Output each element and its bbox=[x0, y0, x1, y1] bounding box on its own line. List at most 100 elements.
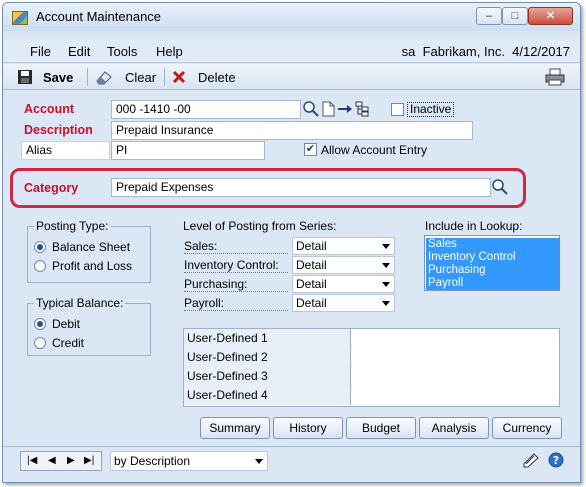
user-defined-row: User-Defined 1 bbox=[184, 329, 559, 348]
include-in-lookup-title: Include in Lookup: bbox=[425, 219, 523, 233]
sales-posting-value: Detail bbox=[296, 239, 327, 253]
alias-label: Alias bbox=[21, 141, 110, 160]
printer-icon bbox=[545, 68, 565, 86]
debit-radio[interactable] bbox=[34, 318, 46, 330]
lookup-item-sales[interactable]: Sales bbox=[426, 238, 560, 251]
payroll-posting-value: Detail bbox=[296, 296, 327, 310]
typical-balance-group bbox=[27, 303, 151, 356]
user-company-date: sa Fabrikam, Inc. 4/12/2017 bbox=[401, 44, 570, 59]
svg-text:?: ? bbox=[553, 454, 559, 467]
profit-loss-radio[interactable] bbox=[34, 260, 46, 272]
payroll-posting-label: Payroll: bbox=[184, 296, 288, 311]
purchasing-posting-value: Detail bbox=[296, 277, 327, 291]
typical-balance-title: Typical Balance: bbox=[34, 296, 126, 310]
note-icon[interactable] bbox=[522, 452, 540, 468]
user-defined-3-field[interactable] bbox=[352, 367, 559, 386]
toolbar: Save Clear Delete bbox=[3, 64, 580, 90]
save-button[interactable]: Save bbox=[17, 67, 73, 87]
arrow-right-icon[interactable] bbox=[337, 101, 353, 117]
budget-button[interactable]: Budget bbox=[346, 417, 416, 439]
include-in-lookup-list[interactable]: Sales Inventory Control Purchasing Payro… bbox=[424, 235, 560, 291]
account-maintenance-window: Account Maintenance – □ ✕ File Edit Tool… bbox=[2, 2, 581, 483]
menu-edit[interactable]: Edit bbox=[68, 44, 90, 59]
maximize-button[interactable]: □ bbox=[502, 7, 528, 25]
chevron-down-icon bbox=[382, 244, 390, 249]
credit-radio[interactable] bbox=[34, 337, 46, 349]
print-button[interactable] bbox=[545, 67, 565, 87]
level-of-posting-title: Level of Posting from Series: bbox=[183, 219, 337, 233]
save-label: Save bbox=[43, 69, 74, 85]
user-defined-row: User-Defined 3 bbox=[184, 367, 559, 386]
inventory-posting-value: Detail bbox=[296, 258, 327, 272]
lookup-item-purchasing[interactable]: Purchasing bbox=[426, 264, 560, 277]
allow-account-entry-label: Allow Account Entry bbox=[321, 143, 428, 157]
previous-record-icon[interactable]: ◀ bbox=[48, 455, 56, 467]
title-bar: Account Maintenance – □ ✕ bbox=[3, 3, 580, 31]
sort-order-dropdown[interactable]: by Description bbox=[110, 451, 268, 471]
app-icon bbox=[12, 11, 28, 25]
purchasing-posting-dropdown[interactable]: Detail bbox=[292, 275, 395, 293]
user-defined-3-label: User-Defined 3 bbox=[184, 367, 351, 386]
user-defined-2-field[interactable] bbox=[352, 348, 559, 367]
account-number-field[interactable]: 000 -1410 -00 bbox=[111, 100, 301, 119]
summary-button[interactable]: Summary bbox=[200, 417, 270, 439]
delete-x-icon bbox=[172, 70, 186, 84]
debit-label: Debit bbox=[52, 317, 81, 331]
inventory-posting-dropdown[interactable]: Detail bbox=[292, 256, 395, 274]
alias-field[interactable]: PI bbox=[111, 141, 265, 160]
account-label: Account bbox=[24, 102, 74, 116]
profit-loss-label: Profit and Loss bbox=[52, 259, 133, 273]
posting-type-title: Posting Type: bbox=[34, 219, 111, 233]
close-button[interactable]: ✕ bbox=[528, 7, 573, 25]
analysis-button[interactable]: Analysis bbox=[419, 417, 489, 439]
new-document-icon[interactable] bbox=[320, 101, 336, 117]
user-defined-2-label: User-Defined 2 bbox=[184, 348, 351, 367]
lookup-icon[interactable] bbox=[303, 101, 319, 117]
save-icon bbox=[18, 70, 32, 84]
user-defined-4-label: User-Defined 4 bbox=[184, 386, 351, 405]
menu-tools[interactable]: Tools bbox=[107, 44, 137, 59]
balance-sheet-radio[interactable] bbox=[34, 241, 46, 253]
category-lookup-icon[interactable] bbox=[492, 179, 508, 195]
menu-help[interactable]: Help bbox=[156, 44, 183, 59]
description-label: Description bbox=[24, 123, 93, 137]
sales-posting-dropdown[interactable]: Detail bbox=[292, 237, 395, 255]
user-defined-1-field[interactable] bbox=[352, 329, 559, 348]
eraser-icon bbox=[96, 71, 112, 85]
sort-order-value: by Description bbox=[114, 454, 191, 468]
lookup-item-inventory-control[interactable]: Inventory Control bbox=[426, 251, 560, 264]
lookup-item-payroll[interactable]: Payroll bbox=[426, 277, 560, 290]
toolbar-separator bbox=[87, 68, 88, 86]
first-record-icon[interactable]: |◀ bbox=[27, 455, 37, 467]
currency-button[interactable]: Currency bbox=[492, 417, 562, 439]
category-label: Category bbox=[24, 181, 79, 195]
minimize-button[interactable]: – bbox=[476, 7, 502, 25]
posting-type-group bbox=[27, 226, 151, 283]
user-defined-1-label: User-Defined 1 bbox=[184, 329, 351, 348]
description-field[interactable]: Prepaid Insurance bbox=[111, 121, 473, 140]
user-defined-4-field[interactable] bbox=[352, 386, 559, 405]
toolbar-separator bbox=[164, 68, 165, 86]
record-navigator: |◀ ◀ ▶ ▶| bbox=[20, 451, 102, 471]
hierarchy-icon[interactable] bbox=[354, 101, 370, 117]
category-field[interactable]: Prepaid Expenses bbox=[111, 178, 491, 197]
chevron-down-icon bbox=[382, 263, 390, 268]
inactive-label: Inactive bbox=[407, 102, 455, 117]
last-record-icon[interactable]: ▶| bbox=[84, 455, 94, 467]
user-defined-table: User-Defined 1 User-Defined 2 User-Defin… bbox=[183, 328, 560, 407]
allow-account-entry-checkbox[interactable]: ✔ bbox=[304, 143, 317, 156]
sales-posting-label: Sales: bbox=[184, 239, 288, 254]
window-title: Account Maintenance bbox=[36, 9, 162, 24]
payroll-posting-dropdown[interactable]: Detail bbox=[292, 294, 395, 312]
next-record-icon[interactable]: ▶ bbox=[67, 455, 75, 467]
history-button[interactable]: History bbox=[273, 417, 343, 439]
inactive-checkbox[interactable] bbox=[391, 103, 404, 116]
chevron-down-icon bbox=[382, 301, 390, 306]
delete-label: Delete bbox=[198, 69, 236, 85]
user-defined-row: User-Defined 4 bbox=[184, 386, 559, 405]
balance-sheet-label: Balance Sheet bbox=[52, 240, 131, 254]
help-icon[interactable]: ? bbox=[548, 452, 564, 468]
clear-button[interactable]: Clear bbox=[95, 67, 156, 87]
delete-button[interactable]: Delete bbox=[172, 67, 236, 87]
menu-file[interactable]: File bbox=[30, 44, 51, 59]
